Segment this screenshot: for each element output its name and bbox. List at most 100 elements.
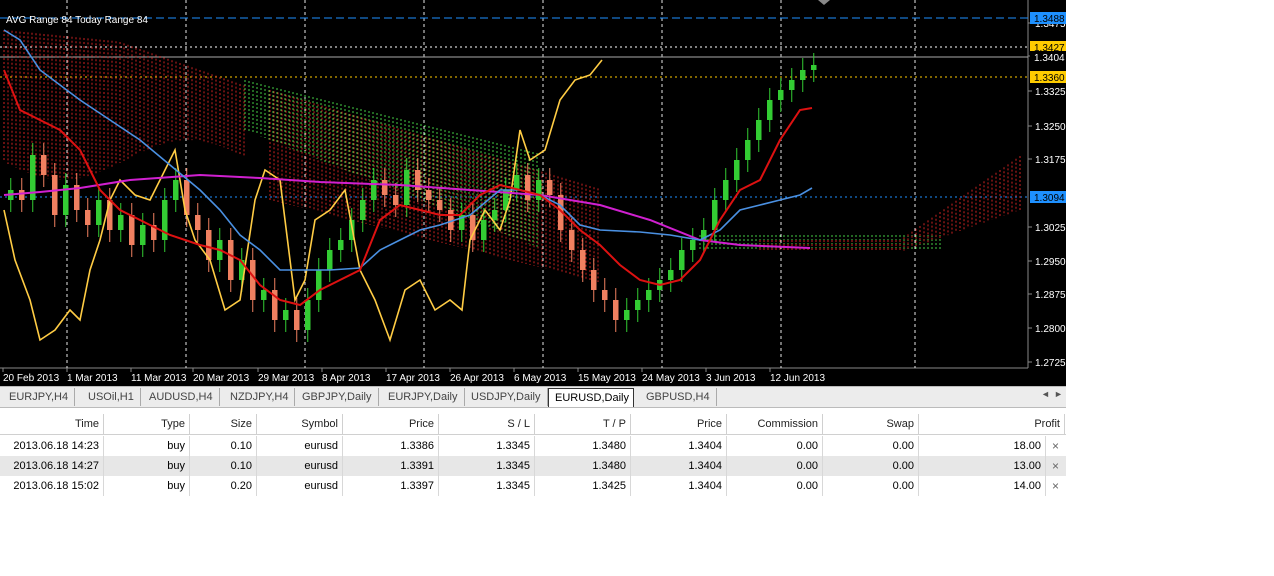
candle-body [745, 140, 751, 160]
candle-body [316, 270, 322, 300]
candle-body [382, 180, 388, 195]
date-tick-label: 1 Mar 2013 [67, 373, 118, 384]
chart-tab-gbpjpy-daily[interactable]: GBPJPY,Daily [296, 388, 379, 406]
candle-body [140, 225, 146, 245]
candle-body [547, 180, 553, 195]
trade-table-header: Time Type Size Symbol Price S / LT / P Price Co… [0, 414, 1066, 435]
candle-body [173, 180, 179, 200]
column-header-size[interactable]: Size [190, 414, 257, 434]
column-header-type[interactable]: Type [104, 414, 190, 434]
candle-body [734, 160, 740, 180]
trade-cell-t-p: 1.3425 [535, 476, 631, 496]
candle-body [19, 190, 25, 200]
price-chart[interactable]: AVG Range 84 Today Range 841.34751.34041… [0, 0, 1066, 386]
candle-body [426, 190, 432, 200]
column-header-swap[interactable]: Swap [823, 414, 919, 434]
date-tick-label: 26 Apr 2013 [450, 373, 504, 384]
chart-canvas[interactable]: AVG Range 84 Today Range 841.34751.34041… [0, 0, 1066, 386]
column-header-s-l[interactable]: S / L [439, 414, 535, 434]
trade-row[interactable]: 2013.06.18 14:23 buy 0.10 eurusd 1.3386 1.334… [0, 436, 1066, 456]
candle-body [107, 200, 113, 230]
price-tick-label: 1.3025 [1035, 223, 1066, 234]
candle-body [41, 155, 47, 175]
chart-tab-usoil-h1[interactable]: USOil,H1 [82, 388, 141, 406]
candle-body [85, 210, 91, 225]
tab-scroll-right-icon[interactable]: ► [1054, 389, 1063, 399]
chart-tab-usdjpy-daily[interactable]: USDJPY,Daily [465, 388, 548, 406]
candle-body [591, 270, 597, 290]
trade-cell-s-l: 1.3345 [439, 456, 535, 476]
trade-cell-time: 2013.06.18 14:27 [0, 456, 104, 476]
trade-cell-commission: 0.00 [727, 436, 823, 456]
trade-cell-time: 2013.06.18 14:23 [0, 436, 104, 456]
trade-cell-swap: 0.00 [823, 456, 919, 476]
candle-body [613, 300, 619, 320]
price-tick-label: 1.3325 [1035, 87, 1066, 98]
candle-body [602, 290, 608, 300]
candle-body [668, 270, 674, 280]
trade-cell-commission: 0.00 [727, 476, 823, 496]
trade-cell-t-p: 1.3480 [535, 436, 631, 456]
candle-body [327, 250, 333, 270]
candle-body [635, 300, 641, 310]
column-header-profit[interactable]: Profit [919, 414, 1065, 434]
column-header-price[interactable]: Price [631, 414, 727, 434]
column-header-commission[interactable]: Commission [727, 414, 823, 434]
trade-cell-price: 1.3386 [343, 436, 439, 456]
price-tick-label: 1.2725 [1035, 358, 1066, 369]
trade-cell-size: 0.20 [190, 476, 257, 496]
candle-body [261, 290, 267, 300]
chart-tab-audusd-h4[interactable]: AUDUSD,H4 [143, 388, 220, 406]
trade-row[interactable]: 2013.06.18 15:02 buy 0.20 eurusd 1.3397 1.334… [0, 476, 1066, 496]
trade-cell-symbol: eurusd [257, 436, 343, 456]
trade-cell-profit: 13.00 [919, 456, 1046, 476]
column-header-t-p[interactable]: T / P [535, 414, 631, 434]
trade-cell-profit: 18.00 [919, 436, 1046, 456]
price-tick-label: 1.3250 [1035, 122, 1066, 133]
column-header-symbol[interactable]: Symbol [257, 414, 343, 434]
trade-cell-t-p: 1.3480 [535, 456, 631, 476]
trade-cell-type: buy [104, 436, 190, 456]
tab-scroll-left-icon[interactable]: ◄ [1041, 389, 1050, 399]
candle-body [723, 180, 729, 200]
trade-cell-swap: 0.00 [823, 436, 919, 456]
trade-cell-profit: 14.00 [919, 476, 1046, 496]
close-position-icon[interactable]: × [1052, 456, 1059, 476]
price-label-text: 1.3488 [1034, 14, 1065, 25]
candle-body [811, 65, 817, 70]
candle-body [338, 240, 344, 250]
date-tick-label: 8 Apr 2013 [322, 373, 371, 384]
trade-cell-price: 1.3404 [631, 476, 727, 496]
close-position-icon[interactable]: × [1052, 436, 1059, 456]
candle-body [228, 240, 234, 280]
candle-body [756, 120, 762, 140]
chart-tab-gbpusd-h4[interactable]: GBPUSD,H4 [640, 388, 717, 406]
chart-tab-nzdjpy-h4[interactable]: NZDJPY,H4 [224, 388, 296, 406]
column-header-price[interactable]: Price [343, 414, 439, 434]
price-label-text: 1.3094 [1034, 193, 1065, 204]
candle-body [767, 100, 773, 120]
candle-body [690, 240, 696, 250]
candle-body [129, 215, 135, 245]
column-header-time[interactable]: Time [0, 414, 104, 434]
price-tick-label: 1.3175 [1035, 155, 1066, 166]
candle-body [294, 310, 300, 330]
trade-cell-symbol: eurusd [257, 476, 343, 496]
chart-tab-eurjpy-daily[interactable]: EURJPY,Daily [382, 388, 465, 406]
candle-body [646, 290, 652, 300]
date-tick-label: 6 May 2013 [514, 373, 567, 384]
close-position-icon[interactable]: × [1052, 476, 1059, 496]
trade-cell-symbol: eurusd [257, 456, 343, 476]
date-tick-label: 11 Mar 2013 [131, 373, 187, 384]
trade-cell-time: 2013.06.18 15:02 [0, 476, 104, 496]
candle-body [393, 195, 399, 205]
trade-cell-type: buy [104, 456, 190, 476]
trade-row[interactable]: 2013.06.18 14:27 buy 0.10 eurusd 1.3391 1.334… [0, 456, 1066, 476]
chart-tab-eurjpy-h4[interactable]: EURJPY,H4 [3, 388, 76, 406]
candle-body [800, 70, 806, 80]
chart-tab-eurusd-daily[interactable]: EURUSD,Daily [548, 388, 634, 407]
trade-cell-price: 1.3404 [631, 436, 727, 456]
price-label-text: 1.3404 [1034, 53, 1065, 64]
trade-cell-swap: 0.00 [823, 476, 919, 496]
trade-cell-commission: 0.00 [727, 456, 823, 476]
